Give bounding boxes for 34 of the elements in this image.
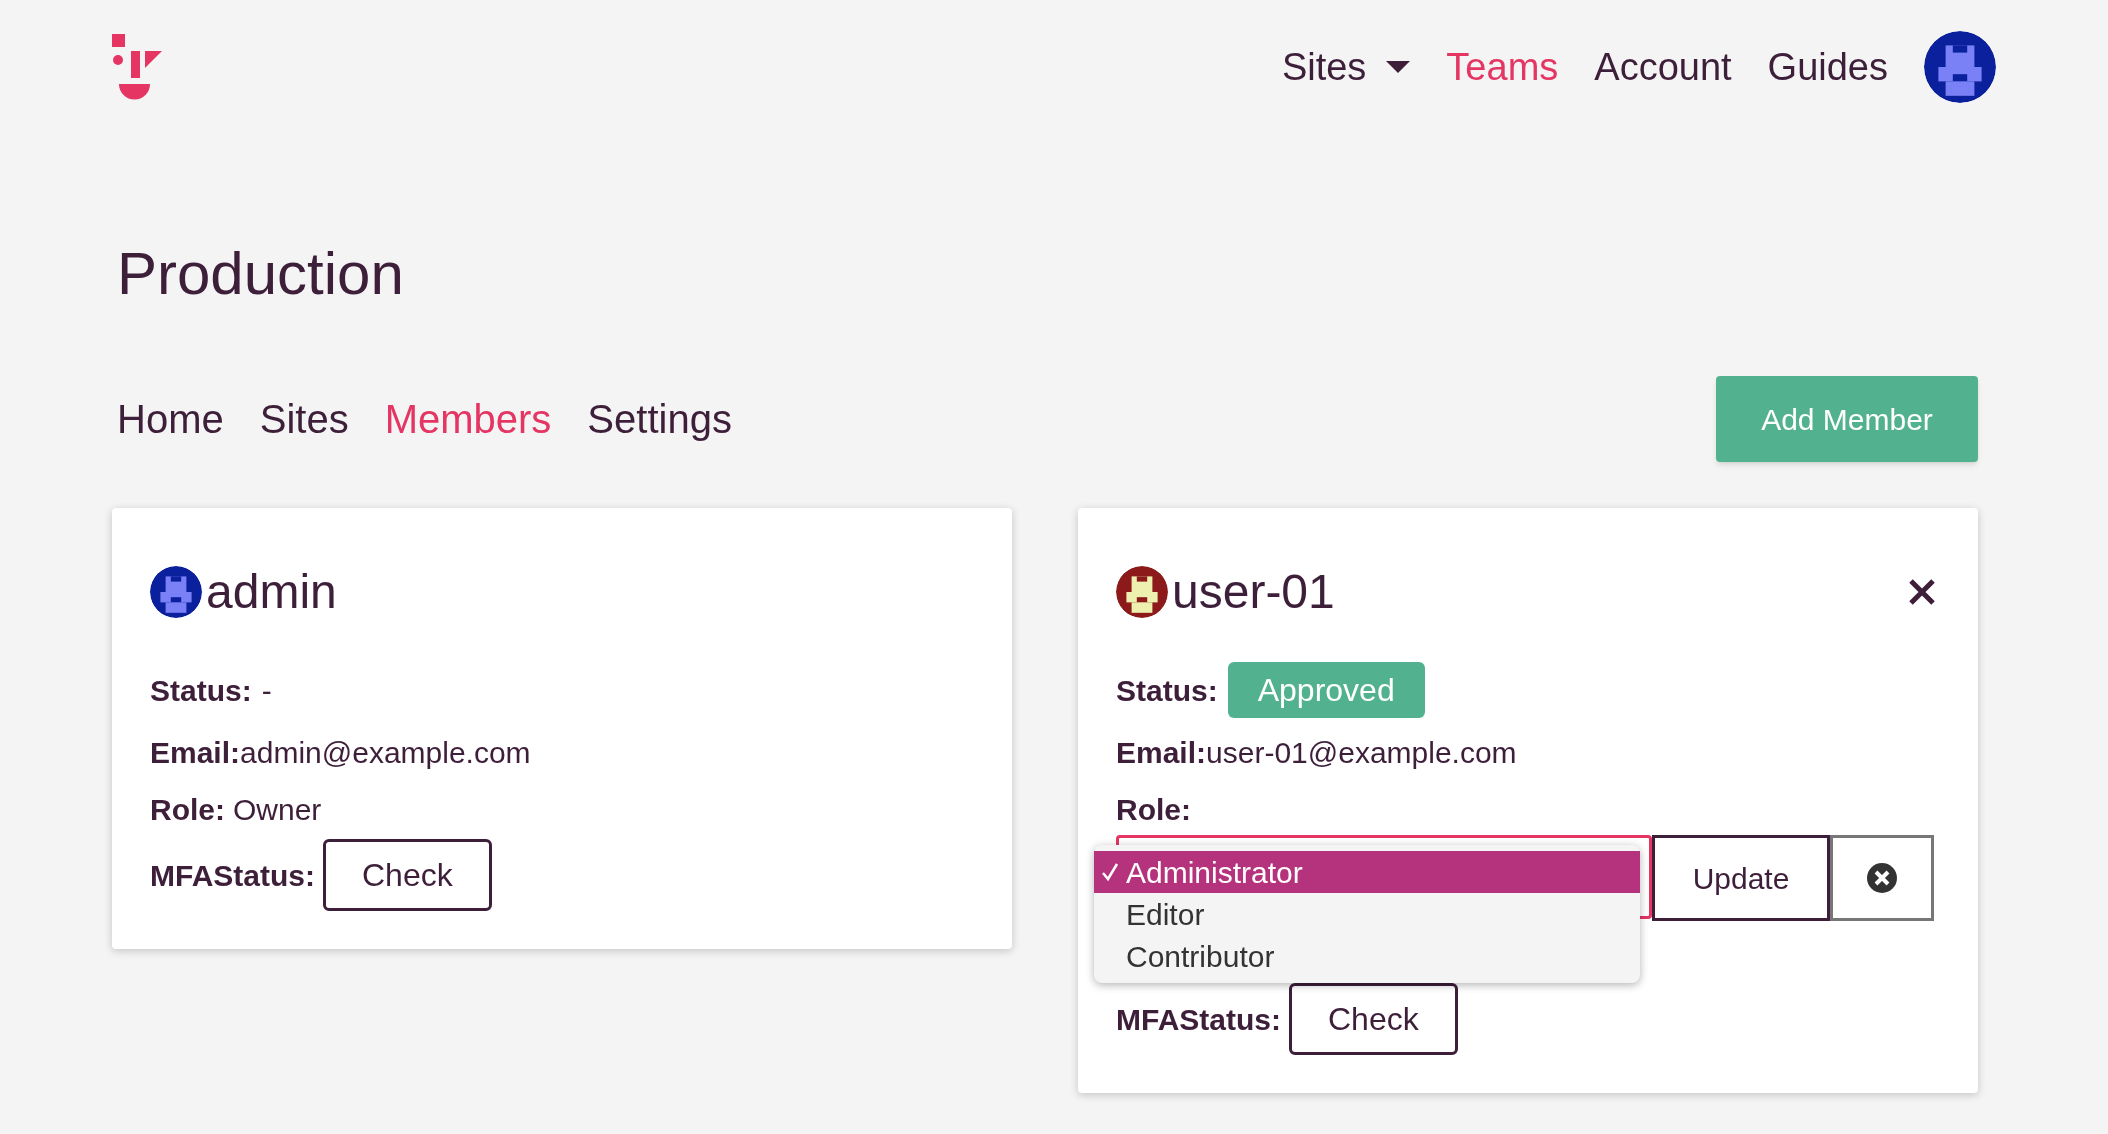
role-option[interactable]: Administrator	[1094, 851, 1640, 893]
cancel-button[interactable]	[1830, 835, 1934, 921]
role-option[interactable]: Editor	[1094, 893, 1640, 935]
check-button[interactable]: Check	[323, 839, 492, 911]
check-icon	[1101, 862, 1119, 882]
nav-link[interactable]: Guides	[1767, 38, 1888, 96]
role-label: Role:	[150, 791, 225, 828]
status-label: Status:	[1116, 672, 1218, 709]
nav-link[interactable]: Account	[1594, 38, 1732, 96]
email-label: Email:	[150, 734, 241, 771]
logo-icon[interactable]	[112, 34, 164, 100]
close-circle-icon	[1866, 862, 1898, 894]
role-option[interactable]: Contributor	[1094, 935, 1640, 977]
update-button[interactable]: Update	[1652, 835, 1830, 921]
mfa-status-label: MFAStatus:	[150, 857, 315, 894]
nav-link[interactable]: Teams	[1446, 38, 1559, 96]
status-label: Status:	[150, 672, 252, 709]
check-button[interactable]: Check	[1289, 983, 1458, 1055]
status-badge: Approved	[1227, 662, 1425, 718]
email-label: Email:	[1116, 734, 1207, 771]
role-value: Owner	[233, 791, 322, 828]
mfa-status-label: MFAStatus:	[1116, 1001, 1281, 1038]
tab[interactable]: Sites	[259, 389, 349, 449]
tab[interactable]: Home	[117, 389, 224, 449]
email-value: user-01@example.com	[1206, 734, 1517, 771]
page-title: Production	[117, 244, 405, 304]
tab[interactable]: Settings	[587, 389, 732, 449]
email-value: admin@example.com	[240, 734, 531, 771]
status-value: -	[261, 672, 272, 709]
member-name: admin	[206, 568, 337, 616]
role-label: Role:	[1116, 791, 1191, 828]
member-name: user-01	[1172, 568, 1335, 616]
nav-link[interactable]: Sites	[1281, 38, 1411, 96]
tab[interactable]: Members	[384, 389, 552, 449]
